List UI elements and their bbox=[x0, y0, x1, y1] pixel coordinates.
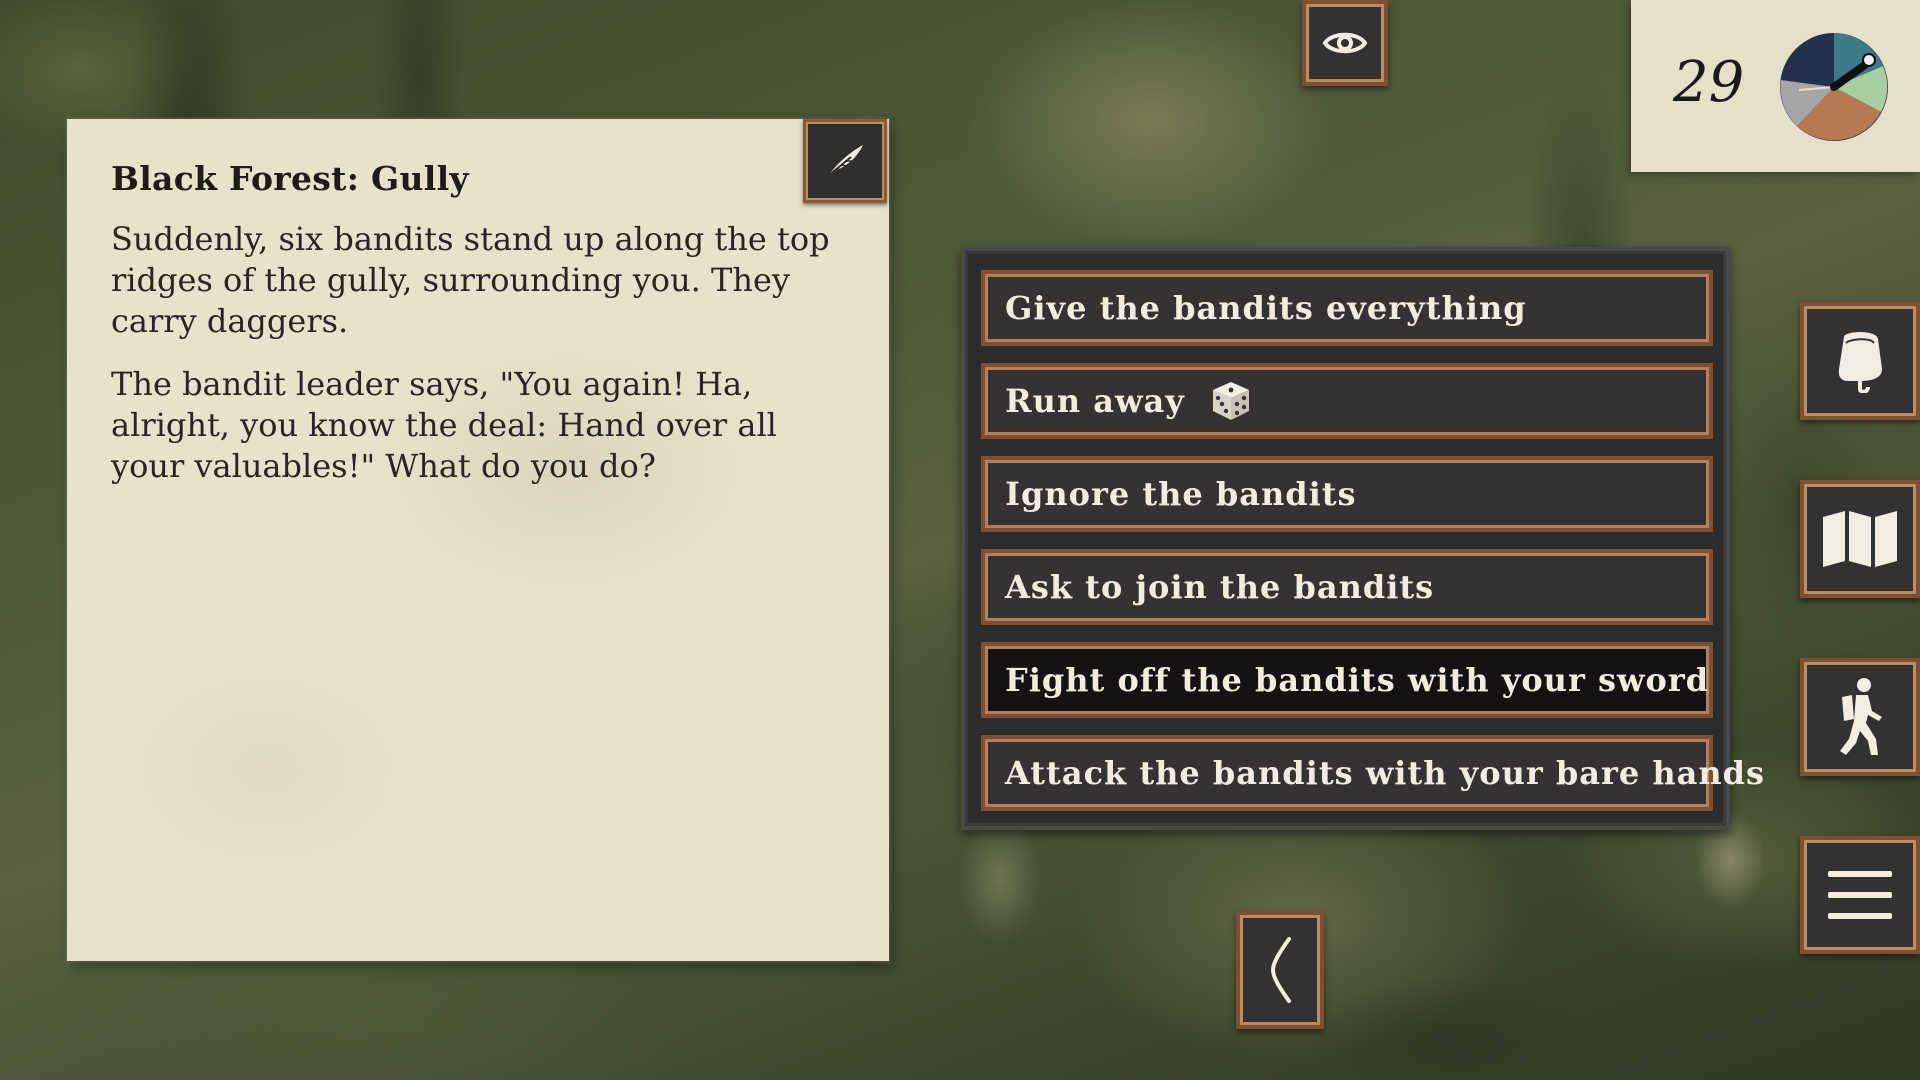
eye-icon bbox=[1322, 32, 1368, 54]
inventory-button[interactable] bbox=[1800, 302, 1920, 420]
choice-give-everything[interactable]: Give the bandits everything bbox=[981, 270, 1713, 346]
day-counter: 29 bbox=[1673, 50, 1745, 115]
time-of-day-dial-icon bbox=[1780, 33, 1888, 141]
day-status-panel: 29 bbox=[1631, 0, 1920, 172]
choice-label: Fight off the bandits with your sword bbox=[1005, 661, 1710, 699]
hiker-icon bbox=[1840, 678, 1882, 755]
choice-label: Give the bandits everything bbox=[1005, 289, 1527, 327]
journal-quill-button[interactable] bbox=[803, 119, 887, 203]
map-button[interactable] bbox=[1800, 480, 1920, 598]
choice-label: Attack the bandits with your bare hands bbox=[1005, 754, 1765, 792]
choice-label: Ask to join the bandits bbox=[1005, 568, 1435, 606]
back-button[interactable] bbox=[1236, 911, 1324, 1029]
story-paragraph: Suddenly, six bandits stand up along the… bbox=[111, 220, 830, 340]
dice-icon bbox=[1212, 382, 1249, 420]
back-chevron-icon bbox=[1270, 937, 1291, 1003]
choice-ignore-bandits[interactable]: Ignore the bandits bbox=[981, 456, 1713, 532]
choice-label: Ignore the bandits bbox=[1005, 475, 1357, 513]
choice-fight-with-sword[interactable]: Fight off the bandits with your sword bbox=[981, 642, 1713, 718]
choice-join-bandits[interactable]: Ask to join the bandits bbox=[981, 549, 1713, 625]
choices-panel: Give the bandits everything Run away Ign… bbox=[961, 247, 1764, 830]
main-menu-button[interactable] bbox=[1800, 836, 1920, 954]
look-button[interactable] bbox=[1302, 0, 1388, 86]
backpack-icon bbox=[1838, 332, 1882, 393]
choice-label: Run away bbox=[1005, 382, 1185, 420]
story-paragraph: The bandit leader says, "You again! Ha, … bbox=[111, 365, 777, 485]
quill-icon bbox=[826, 145, 863, 178]
map-icon bbox=[1823, 511, 1897, 567]
location-title: Black Forest: Gully bbox=[111, 159, 469, 198]
choice-run-away[interactable]: Run away bbox=[981, 363, 1713, 439]
story-panel: Black Forest: Gully Suddenly, six bandit… bbox=[67, 119, 889, 961]
choice-attack-bare-hands[interactable]: Attack the bandits with your bare hands bbox=[981, 735, 1764, 811]
hamburger-menu-icon bbox=[1828, 871, 1892, 919]
character-button[interactable] bbox=[1800, 658, 1920, 776]
story-text: Suddenly, six bandits stand up along the… bbox=[111, 219, 851, 509]
